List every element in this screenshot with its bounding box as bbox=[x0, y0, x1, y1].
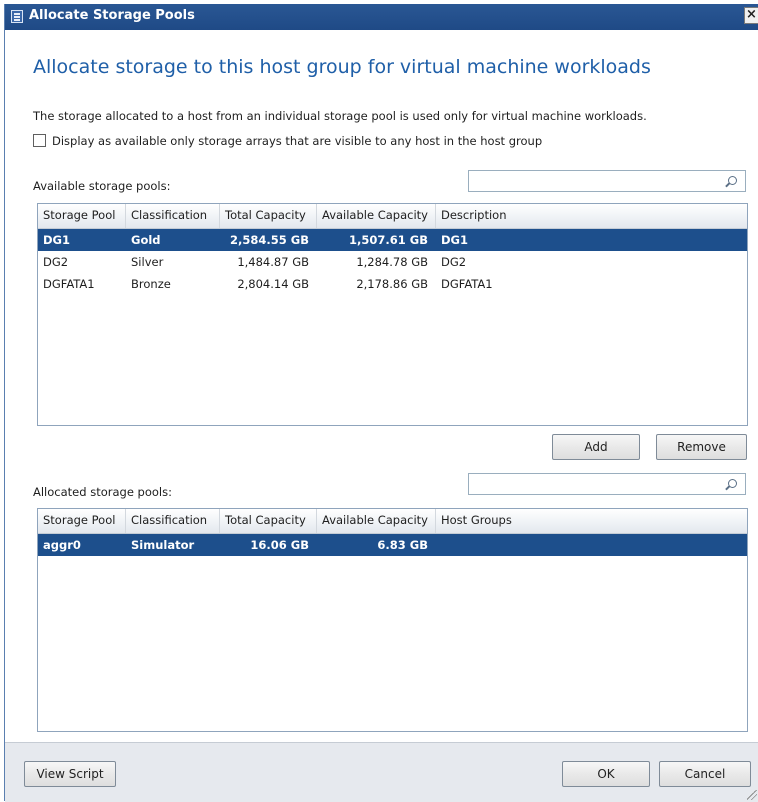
available-search-input[interactable] bbox=[468, 170, 746, 192]
cell-available-capacity: 1,284.78 GB bbox=[356, 255, 428, 269]
visible-arrays-option[interactable]: Display as available only storage arrays… bbox=[33, 134, 542, 148]
cell-total-capacity: 2,584.55 GB bbox=[230, 233, 309, 247]
visible-arrays-label: Display as available only storage arrays… bbox=[52, 134, 543, 148]
remove-button[interactable]: Remove bbox=[656, 434, 747, 460]
title-bar: Allocate Storage Pools × bbox=[5, 4, 758, 30]
dialog-footer: View Script OK Cancel bbox=[5, 742, 758, 802]
window-title: Allocate Storage Pools bbox=[29, 8, 195, 23]
column-header-classification[interactable]: Classification bbox=[126, 204, 220, 228]
cell-classification: Gold bbox=[131, 233, 161, 247]
column-header-available-capacity[interactable]: Available Capacity bbox=[317, 509, 436, 533]
cell-classification: Silver bbox=[131, 255, 164, 269]
cancel-button[interactable]: Cancel bbox=[659, 761, 751, 787]
column-header-total-capacity[interactable]: Total Capacity bbox=[220, 509, 317, 533]
cell-storage-pool: DG1 bbox=[43, 233, 70, 247]
cell-classification: Bronze bbox=[131, 277, 171, 291]
dialog-content: Allocate storage to this host group for … bbox=[5, 30, 758, 742]
available-pools-grid: Storage Pool Classification Total Capaci… bbox=[37, 203, 748, 426]
cell-total-capacity: 16.06 GB bbox=[250, 538, 309, 552]
allocate-storage-pools-dialog: Allocate Storage Pools × Allocate storag… bbox=[4, 4, 758, 802]
close-button[interactable]: × bbox=[744, 7, 758, 24]
cell-total-capacity: 1,484.87 GB bbox=[237, 255, 309, 269]
description-text: The storage allocated to a host from an … bbox=[33, 109, 647, 123]
search-icon[interactable] bbox=[728, 176, 737, 185]
column-header-storage-pool[interactable]: Storage Pool bbox=[38, 509, 126, 533]
cell-classification: Simulator bbox=[131, 538, 195, 552]
page-heading: Allocate storage to this host group for … bbox=[33, 56, 651, 78]
allocated-pools-label: Allocated storage pools: bbox=[33, 485, 172, 499]
column-header-storage-pool[interactable]: Storage Pool bbox=[38, 204, 126, 228]
allocated-grid-header: Storage Pool Classification Total Capaci… bbox=[38, 509, 747, 534]
cell-storage-pool: DGFATA1 bbox=[43, 277, 95, 291]
dialog-icon bbox=[11, 10, 23, 23]
table-row[interactable]: DGFATA1 Bronze 2,804.14 GB 2,178.86 GB D… bbox=[38, 273, 747, 295]
table-row[interactable]: aggr0 Simulator 16.06 GB 6.83 GB bbox=[38, 534, 747, 556]
column-header-description[interactable]: Description bbox=[436, 204, 747, 228]
table-row[interactable]: DG1 Gold 2,584.55 GB 1,507.61 GB DG1 bbox=[38, 229, 747, 251]
column-header-available-capacity[interactable]: Available Capacity bbox=[317, 204, 436, 228]
cell-storage-pool: aggr0 bbox=[43, 538, 81, 552]
column-header-classification[interactable]: Classification bbox=[126, 509, 220, 533]
available-pools-label: Available storage pools: bbox=[33, 179, 171, 193]
available-grid-header: Storage Pool Classification Total Capaci… bbox=[38, 204, 747, 229]
allocated-pools-grid: Storage Pool Classification Total Capaci… bbox=[37, 508, 748, 732]
search-icon[interactable] bbox=[728, 479, 737, 488]
ok-button[interactable]: OK bbox=[562, 761, 650, 787]
cell-available-capacity: 2,178.86 GB bbox=[356, 277, 428, 291]
add-button[interactable]: Add bbox=[552, 434, 640, 460]
cell-total-capacity: 2,804.14 GB bbox=[237, 277, 309, 291]
view-script-button[interactable]: View Script bbox=[24, 761, 116, 787]
cell-available-capacity: 6.83 GB bbox=[377, 538, 428, 552]
allocated-search-input[interactable] bbox=[468, 473, 746, 495]
column-header-host-groups[interactable]: Host Groups bbox=[436, 509, 747, 533]
resize-grip-icon[interactable] bbox=[747, 790, 757, 800]
cell-host-groups bbox=[436, 534, 747, 556]
cell-storage-pool: DG2 bbox=[43, 255, 69, 269]
table-row[interactable]: DG2 Silver 1,484.87 GB 1,284.78 GB DG2 bbox=[38, 251, 747, 273]
column-header-total-capacity[interactable]: Total Capacity bbox=[220, 204, 317, 228]
cell-available-capacity: 1,507.61 GB bbox=[349, 233, 428, 247]
cell-description: DGFATA1 bbox=[441, 277, 493, 291]
cell-description: DG1 bbox=[441, 233, 468, 247]
visible-arrays-checkbox[interactable] bbox=[33, 134, 46, 147]
cell-description: DG2 bbox=[441, 255, 467, 269]
